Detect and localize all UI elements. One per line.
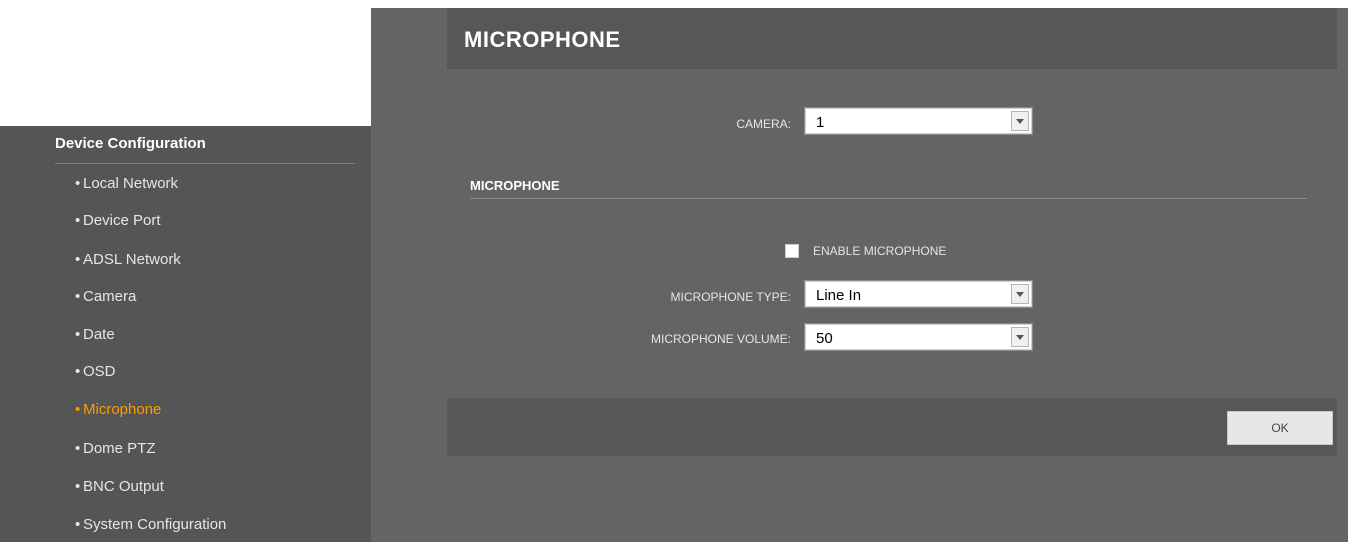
sidebar-item-dome-ptz[interactable]: • Dome PTZ — [75, 438, 156, 460]
sidebar-item-device-port[interactable]: • Device Port — [75, 210, 161, 232]
sidebar-item-label: OSD — [83, 363, 116, 380]
sidebar-title: Device Configuration — [55, 135, 206, 152]
enable-microphone-checkbox[interactable] — [785, 244, 799, 258]
camera-dropdown-button[interactable] — [1011, 111, 1029, 131]
enable-microphone-label: ENABLE MICROPHONE — [813, 244, 947, 258]
main-panel: MICROPHONE CAMERA: 1 MICROPHONE ENABLE M… — [371, 8, 1348, 542]
chevron-down-icon — [1016, 335, 1024, 340]
bullet-icon: • — [75, 363, 81, 380]
microphone-type-label: MICROPHONE TYPE: — [670, 290, 791, 304]
bullet-icon: • — [75, 326, 81, 343]
bullet-icon: • — [75, 478, 81, 495]
chevron-down-icon — [1016, 292, 1024, 297]
page-title: MICROPHONE — [464, 27, 621, 52]
sidebar-item-label: Local Network — [83, 175, 179, 192]
microphone-type-dropdown-button[interactable] — [1011, 284, 1029, 304]
bullet-icon: • — [75, 516, 81, 533]
sidebar-item-label: BNC Output — [83, 478, 164, 495]
sidebar-item-microphone[interactable]: • Microphone — [75, 399, 161, 421]
bullet-icon: • — [75, 251, 81, 268]
microphone-type-value: Line In — [816, 287, 862, 304]
microphone-volume-value: 50 — [816, 330, 833, 347]
camera-select-value: 1 — [816, 114, 825, 131]
sidebar-item-local-network[interactable]: • Local Network — [75, 173, 178, 195]
chevron-down-icon — [1016, 119, 1024, 124]
sidebar-item-label: Microphone — [83, 401, 162, 418]
sidebar-divider — [55, 163, 355, 164]
microphone-volume-select[interactable]: 50 — [804, 323, 1033, 351]
sidebar-item-camera[interactable]: • Camera — [75, 286, 136, 308]
bullet-icon: • — [75, 288, 81, 305]
sidebar-item-label: Device Port — [83, 212, 161, 229]
section-title: MICROPHONE — [470, 178, 560, 193]
microphone-volume-label: MICROPHONE VOLUME: — [650, 332, 791, 346]
sidebar-item-label: Camera — [83, 288, 137, 305]
microphone-type-select[interactable]: Line In — [804, 280, 1033, 308]
sidebar-item-osd[interactable]: • OSD — [75, 361, 116, 383]
microphone-volume-dropdown-button[interactable] — [1011, 327, 1029, 347]
sidebar-item-label: Dome PTZ — [83, 440, 156, 457]
sidebar-item-system-configuration[interactable]: • System Configuration — [75, 514, 226, 536]
bullet-icon: • — [75, 175, 81, 192]
sidebar-item-label: System Configuration — [83, 516, 227, 533]
action-bar: OK — [447, 398, 1337, 456]
bullet-icon: • — [75, 440, 81, 457]
sidebar-item-label: Date — [83, 326, 115, 343]
sidebar: Device Configuration • Local Network • Dev… — [0, 126, 371, 542]
bullet-icon: • — [75, 212, 81, 229]
sidebar-item-bnc-output[interactable]: • BNC Output — [75, 476, 164, 498]
camera-select[interactable]: 1 — [804, 107, 1033, 135]
bullet-icon: • — [75, 401, 81, 418]
page-header: MICROPHONE — [447, 8, 1337, 69]
section-divider — [470, 198, 1307, 199]
sidebar-item-date[interactable]: • Date — [75, 324, 115, 346]
sidebar-item-label: ADSL Network — [83, 251, 181, 268]
sidebar-item-adsl-network[interactable]: • ADSL Network — [75, 249, 181, 271]
camera-label: CAMERA: — [736, 117, 791, 131]
ok-button[interactable]: OK — [1227, 411, 1333, 445]
